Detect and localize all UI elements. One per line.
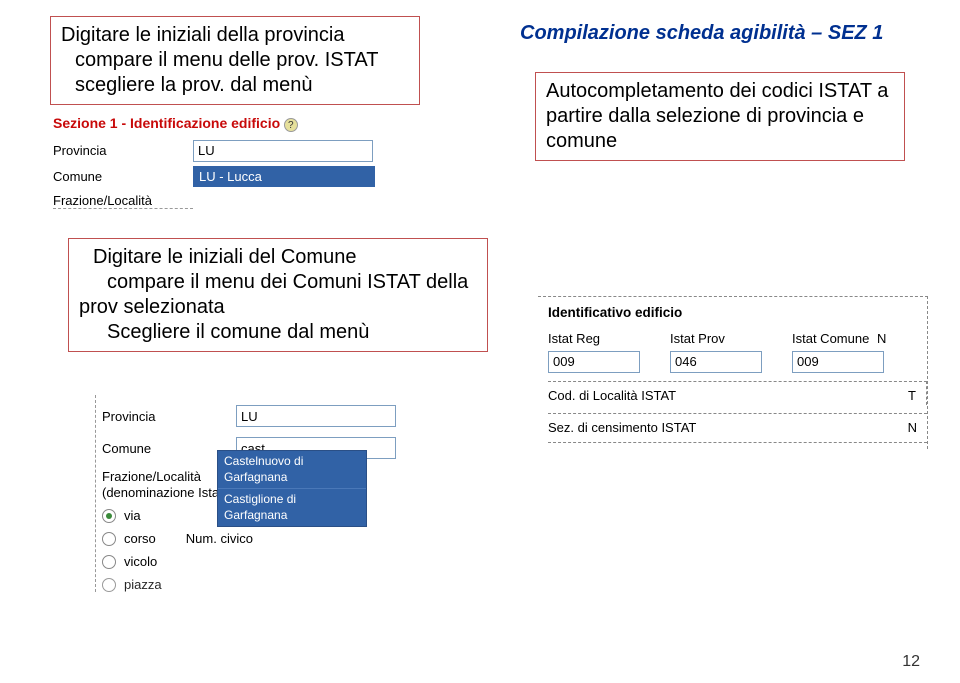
form-sezione-1: Sezione 1 - Identificazione edificio ? P… <box>53 115 463 209</box>
callout-line: Autocompletamento dei codici ISTAT a <box>546 79 894 104</box>
label-cod-localita: Cod. di Località ISTAT <box>548 386 676 406</box>
callout-line: Digitare le iniziali del Comune <box>79 245 477 270</box>
comune-suggestions-dropdown: Castelnuovo di Garfagnana Castiglione di… <box>217 450 367 527</box>
radio-vicolo[interactable] <box>102 555 116 569</box>
callout-line: compare il menu delle prov. ISTAT <box>61 48 409 73</box>
label-line: Frazione/Località <box>102 469 201 484</box>
col-istat-comune: Istat Comune N <box>792 329 892 373</box>
field-provincia <box>193 140 463 162</box>
help-icon[interactable]: ? <box>284 118 298 132</box>
radio-row-corso: corso Num. civico <box>96 531 475 546</box>
label-provincia: Provincia <box>53 143 193 158</box>
label-comune: Comune <box>53 169 193 184</box>
input-istat-comune[interactable] <box>792 351 884 373</box>
ident-columns: Istat Reg Istat Prov Istat Comune N <box>548 329 917 373</box>
radio-via[interactable] <box>102 509 116 523</box>
radio-label-piazza: piazza <box>124 577 162 592</box>
input-provincia-2[interactable] <box>236 405 396 427</box>
label-provincia: Provincia <box>96 409 236 424</box>
input-istat-reg[interactable] <box>548 351 640 373</box>
suggestion-line: Garfagnana <box>224 508 287 522</box>
input-istat-prov[interactable] <box>670 351 762 373</box>
suggestion-line: Castelnuovo di <box>224 454 303 468</box>
section-title: Sezione 1 - Identificazione edificio <box>53 115 280 131</box>
radio-label-vicolo: vicolo <box>124 554 157 569</box>
row-comune: Comune LU - Lucca <box>53 166 463 187</box>
row-provincia: Provincia <box>53 140 463 162</box>
field-comune: LU - Lucca <box>193 166 463 187</box>
row-sez-censimento: Sez. di censimento ISTAT N <box>548 413 927 443</box>
suggestion-line: Garfagnana <box>224 470 287 484</box>
dropdown-option-lucca[interactable]: LU - Lucca <box>193 166 375 187</box>
suggestion-castiglione[interactable]: Castiglione di Garfagnana <box>218 489 366 526</box>
row-cod-localita: Cod. di Località ISTAT T <box>548 381 927 406</box>
label-istat-prov: Istat Prov <box>670 329 770 349</box>
radio-label-via: via <box>124 508 141 523</box>
radio-row-piazza: piazza <box>96 577 475 592</box>
callout-line: scegliere la prov. dal menù <box>61 73 409 98</box>
callout-line: prov selezionata <box>79 295 477 320</box>
callout-line: comune <box>546 129 894 154</box>
label-line: (denominazione Istat) <box>102 485 227 500</box>
label-istat-reg: Istat Reg <box>548 329 648 349</box>
suggestion-line: Castiglione di <box>224 492 296 506</box>
section-heading: Sezione 1 - Identificazione edificio ? <box>53 115 463 132</box>
label-num-civico: Num. civico <box>186 531 253 546</box>
callout-line: Scegliere il comune dal menù <box>79 320 477 345</box>
suggestion-castelnuovo[interactable]: Castelnuovo di Garfagnana <box>218 451 366 489</box>
input-provincia[interactable] <box>193 140 373 162</box>
page-number: 12 <box>902 653 920 671</box>
col-istat-prov: Istat Prov <box>670 329 770 373</box>
identificativo-edificio-panel: Identificativo edificio Istat Reg Istat … <box>538 296 928 449</box>
label-frazione: Frazione/Località <box>53 193 193 209</box>
row-provincia-2: Provincia <box>96 405 475 427</box>
callout-line: partire dalla selezione di provincia e <box>546 104 894 129</box>
radio-corso[interactable] <box>102 532 116 546</box>
callout-autocompletamento: Autocompletamento dei codici ISTAT a par… <box>535 72 905 161</box>
ident-title: Identificativo edificio <box>548 303 917 323</box>
label-sez-censimento: Sez. di censimento ISTAT <box>548 418 696 438</box>
col-istat-reg: Istat Reg <box>548 329 648 373</box>
label-t: T <box>908 386 916 406</box>
callout-line: Digitare le iniziali della provincia <box>61 23 409 48</box>
label-n: N <box>908 418 917 438</box>
label-frazione-2: Frazione/Località (denominazione Istat) <box>96 469 236 500</box>
callout-line: compare il menu dei Comuni ISTAT della <box>79 270 477 295</box>
label-istat-comune: Istat Comune N <box>792 329 892 349</box>
radio-piazza[interactable] <box>102 578 116 592</box>
label-comune: Comune <box>96 441 236 456</box>
callout-comune-instructions: Digitare le iniziali del Comune compare … <box>68 238 488 352</box>
callout-provincia-instructions: Digitare le iniziali della provincia com… <box>50 16 420 105</box>
radio-label-corso: corso <box>124 531 156 546</box>
radio-row-vicolo: vicolo <box>96 554 475 569</box>
slide-title: Compilazione scheda agibilità – SEZ 1 <box>520 22 915 45</box>
row-frazione: Frazione/Località <box>53 193 463 209</box>
